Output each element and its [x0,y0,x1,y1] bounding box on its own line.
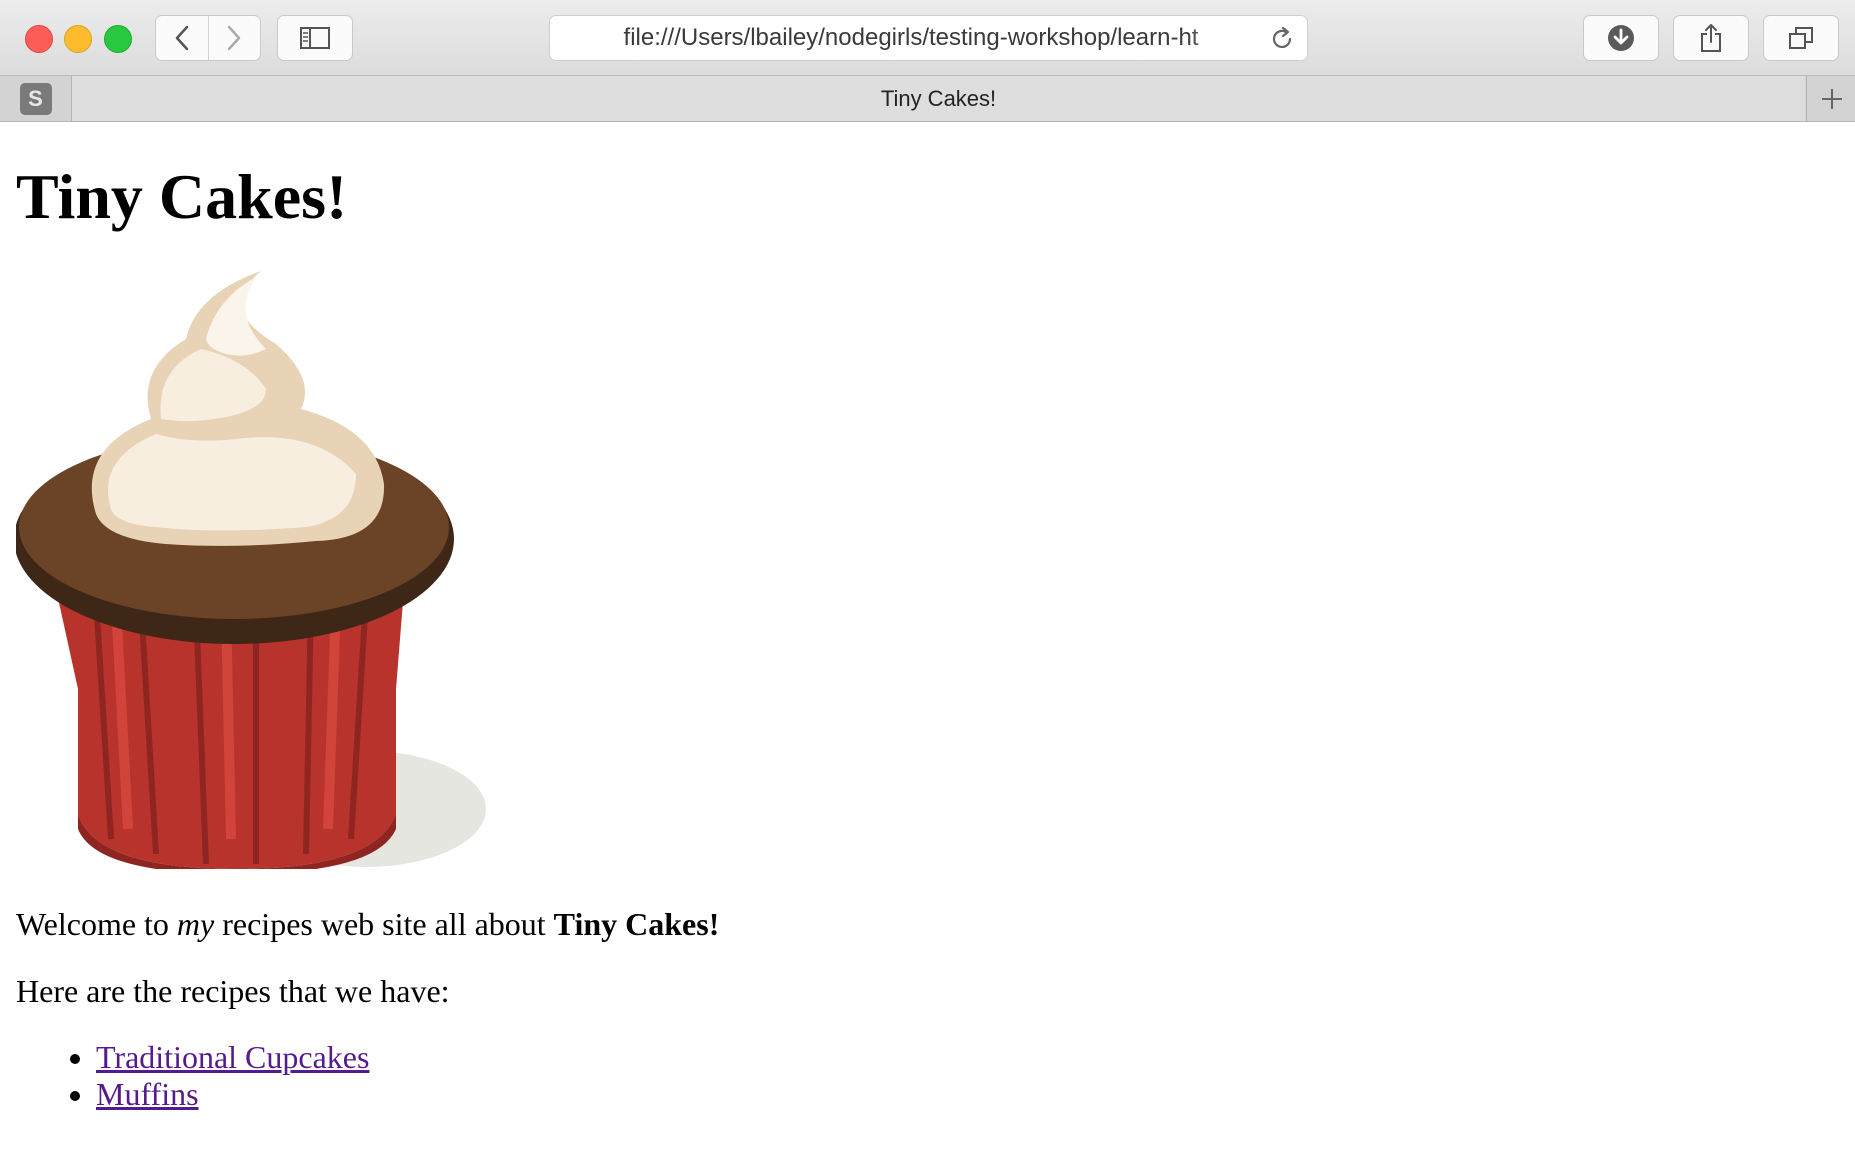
downloads-button[interactable] [1583,15,1659,61]
cupcake-image [16,270,486,869]
recipe-link-traditional-cupcakes[interactable]: Traditional Cupcakes [96,1039,369,1075]
sidebar-icon [300,27,330,49]
recipes-intro: Here are the recipes that we have: [16,972,450,1009]
tabs-overview-icon [1789,27,1813,49]
tab-overview-button[interactable] [1763,15,1839,61]
close-window-button[interactable] [25,25,53,53]
new-tab-button[interactable] [1806,76,1855,121]
list-item: Muffins [96,1076,1836,1113]
history-nav [155,15,261,61]
back-icon [175,25,188,51]
browser-toolbar [0,0,1855,76]
tab-bar: S Tiny Cakes! [0,76,1855,122]
url-input[interactable] [566,16,1256,60]
maximize-window-button[interactable] [104,25,132,53]
welcome-text-before: Welcome to [16,905,177,942]
plus-icon [1821,88,1842,109]
download-icon [1608,25,1634,51]
reload-icon[interactable] [1269,26,1295,52]
forward-button[interactable] [207,16,261,60]
back-button[interactable] [156,16,208,60]
welcome-text-middle: recipes web site all about [214,905,554,942]
welcome-paragraph: Welcome to my recipes web site all about… [16,905,1836,943]
share-icon [1701,24,1721,52]
pinned-tab-favicon: S [19,82,52,115]
welcome-strong: Tiny Cakes! [553,905,720,942]
active-tab-title: Tiny Cakes! [880,85,997,111]
url-fade [1187,18,1247,58]
welcome-emphasis: my [176,905,215,942]
active-tab[interactable]: Tiny Cakes! [72,76,1805,121]
sidebar-toggle-button[interactable] [277,15,353,61]
address-bar[interactable] [549,15,1308,61]
page-content: Tiny Cakes! Welcome to my recipes web si… [16,122,1836,1113]
list-item: Traditional Cupcakes [96,1039,1836,1076]
recipe-list: Traditional Cupcakes Muffins [16,1039,1836,1113]
recipe-link-muffins[interactable]: Muffins [96,1076,199,1112]
forward-icon [228,25,241,51]
share-button[interactable] [1673,15,1749,61]
pinned-tab[interactable]: S [0,76,72,121]
page-title: Tiny Cakes! [16,161,348,232]
minimize-window-button[interactable] [64,25,92,53]
